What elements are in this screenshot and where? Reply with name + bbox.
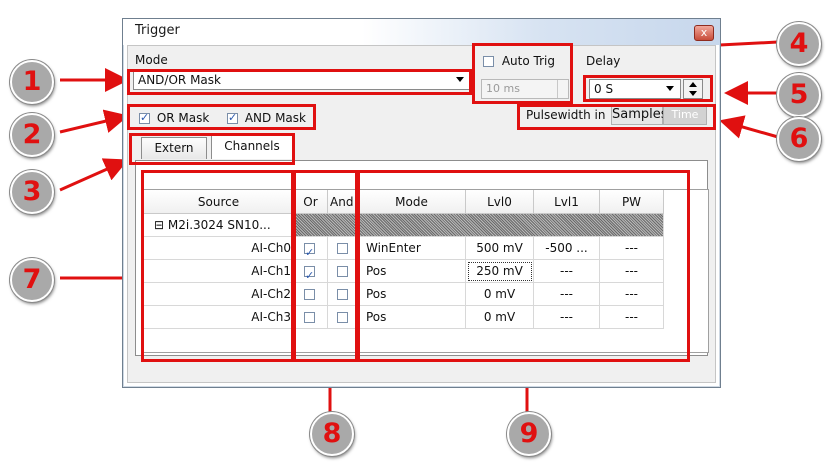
window-title: Trigger	[135, 23, 180, 38]
callout-2: 2	[10, 113, 54, 157]
highlight-box-7	[141, 170, 294, 362]
delay-label: Delay	[586, 54, 621, 68]
highlight-box-9	[355, 170, 690, 362]
title-bar[interactable]: Trigger x	[123, 19, 720, 45]
highlight-box-5	[583, 75, 713, 102]
callout-7: 7	[10, 258, 54, 302]
callout-5: 5	[777, 73, 821, 117]
highlight-box-8	[293, 170, 360, 362]
close-button[interactable]: x	[694, 25, 714, 41]
callout-9: 9	[507, 412, 551, 456]
highlight-box-2	[127, 104, 316, 130]
mode-label: Mode	[135, 53, 168, 67]
arrow-3	[59, 158, 129, 192]
callout-6: 6	[777, 117, 821, 161]
highlight-box-1	[127, 69, 472, 95]
callout-1: 1	[10, 60, 54, 104]
callout-4: 4	[777, 22, 821, 66]
callout-3: 3	[10, 170, 54, 214]
arrow-2	[59, 109, 129, 134]
arrow-6	[719, 115, 779, 139]
highlight-box-3	[129, 133, 295, 165]
highlight-box-6	[517, 104, 716, 130]
highlight-box-4	[472, 43, 573, 104]
close-icon: x	[700, 26, 708, 39]
callout-8: 8	[310, 412, 354, 456]
